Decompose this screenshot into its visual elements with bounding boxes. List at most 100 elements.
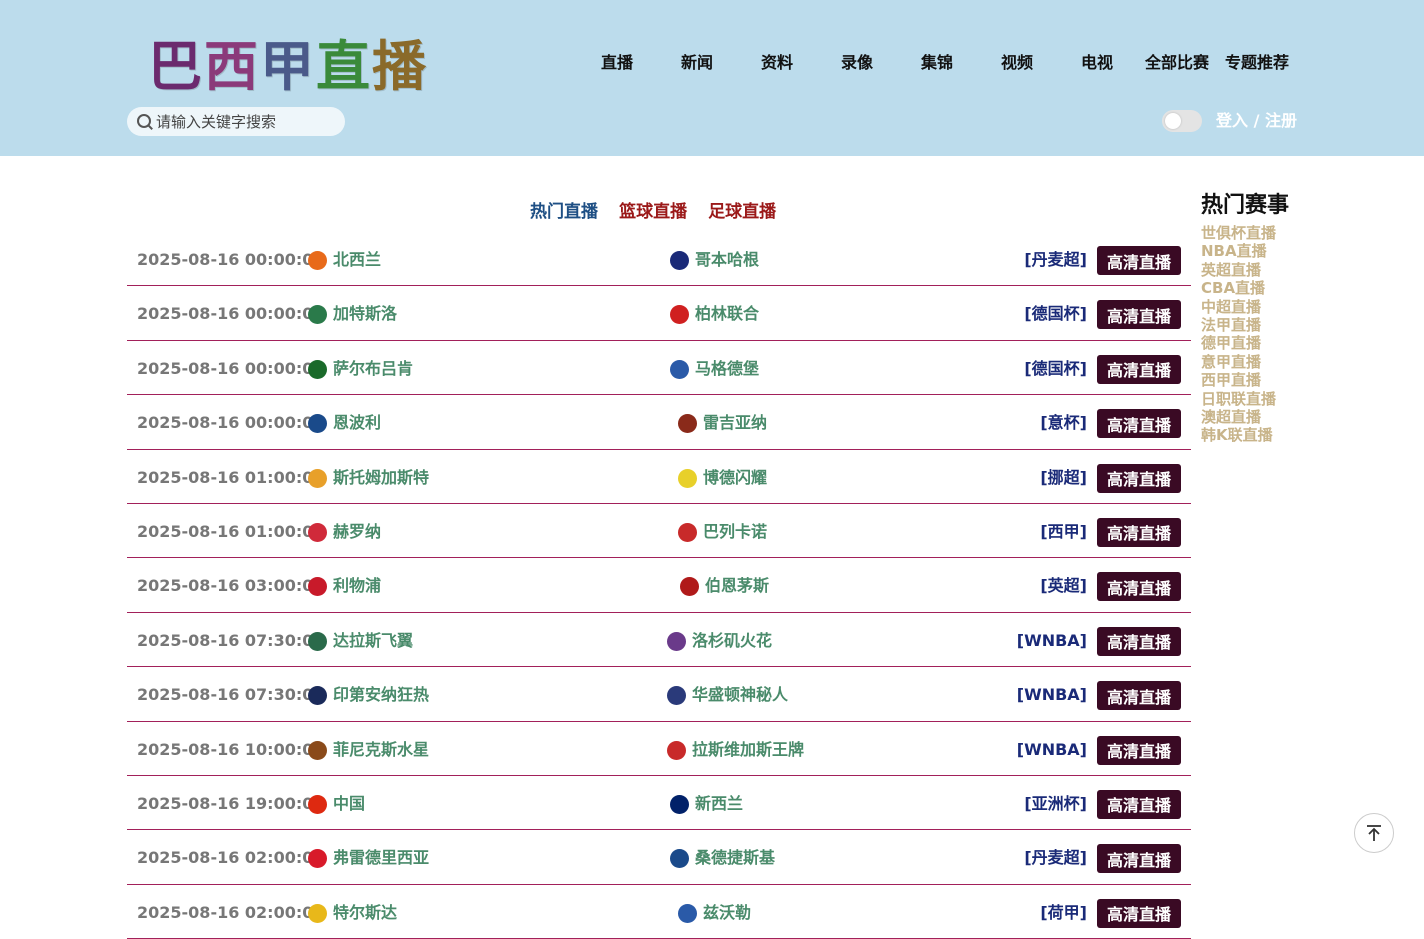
search-box[interactable]	[127, 107, 345, 136]
away-team-name[interactable]: 巴列卡诺	[703, 521, 767, 543]
league-label: [意杯]	[1040, 413, 1087, 433]
match-time: 2025-08-16 00:00:00	[137, 413, 325, 433]
nav-item[interactable]: 全部比赛	[1145, 50, 1209, 76]
sidebar-link[interactable]: 中超直播	[1201, 298, 1321, 316]
match-time: 2025-08-16 00:00:00	[137, 358, 325, 378]
hd-live-button[interactable]: 高清直播	[1097, 409, 1181, 439]
sidebar-link[interactable]: 意甲直播	[1201, 353, 1321, 371]
tab-football-live[interactable]: 足球直播	[708, 202, 776, 222]
nav-item[interactable]: 资料	[761, 50, 793, 76]
away-team-logo-icon	[680, 577, 699, 597]
sidebar-link[interactable]: NBA直播	[1201, 242, 1321, 260]
sidebar-link[interactable]: 韩K联直播	[1201, 426, 1321, 444]
hd-live-button[interactable]: 高清直播	[1097, 898, 1181, 928]
away-team-name[interactable]: 博德闪耀	[703, 467, 767, 489]
sidebar-link[interactable]: CBA直播	[1201, 279, 1321, 297]
tab-hot-live[interactable]: 热门直播	[530, 202, 598, 222]
nav-item[interactable]: 录像	[841, 50, 873, 76]
match-row: 2025-08-16 19:00:00 中国 新西兰 [亚洲杯] 高清直播	[127, 776, 1191, 831]
away-team-logo-icon	[670, 251, 689, 270]
away-team-logo-icon	[667, 740, 686, 760]
sidebar-link[interactable]: 法甲直播	[1201, 316, 1321, 334]
home-team-name[interactable]: 菲尼克斯水星	[333, 739, 429, 761]
away-team-logo-icon	[667, 631, 686, 651]
home-team-name[interactable]: 加特斯洛	[333, 303, 397, 325]
live-tabs: 热门直播 篮球直播 足球直播	[530, 200, 792, 224]
away-team-name[interactable]: 柏林联合	[695, 303, 759, 325]
match-list: 2025-08-16 00:00:00 北西兰 哥本哈根 [丹麦超] 高清直播 2025-…	[127, 232, 1191, 939]
hd-live-button[interactable]: 高清直播	[1097, 681, 1181, 711]
back-to-top-button[interactable]	[1354, 813, 1394, 853]
search-icon[interactable]	[137, 113, 153, 130]
home-team-name[interactable]: 北西兰	[333, 249, 381, 271]
match-row: 2025-08-16 00:00:00 萨尔布吕肯 马格德堡 [德国杯] 高清直播	[127, 341, 1191, 396]
home-team-name[interactable]: 利物浦	[333, 575, 381, 597]
home-team-name[interactable]: 斯托姆加斯特	[333, 467, 429, 489]
home-team-logo-icon	[308, 522, 327, 542]
match-time: 2025-08-16 00:00:00	[137, 304, 325, 324]
hd-live-button[interactable]: 高清直播	[1097, 844, 1181, 874]
away-team-name[interactable]: 兹沃勒	[703, 902, 751, 924]
nav-item[interactable]: 电视	[1081, 50, 1113, 76]
hd-live-button[interactable]: 高清直播	[1097, 626, 1181, 656]
home-team-name[interactable]: 印第安纳狂热	[333, 684, 429, 706]
match-time: 2025-08-16 01:00:00	[137, 467, 325, 487]
home-team-name[interactable]: 弗雷德里西亚	[333, 847, 429, 869]
away-team-name[interactable]: 桑德捷斯基	[695, 847, 775, 869]
hd-live-button[interactable]: 高清直播	[1097, 517, 1181, 547]
home-team-name[interactable]: 萨尔布吕肯	[333, 358, 413, 380]
away-team-name[interactable]: 新西兰	[695, 793, 743, 815]
sidebar-link[interactable]: 西甲直播	[1201, 371, 1321, 389]
hd-live-button[interactable]: 高清直播	[1097, 354, 1181, 384]
away-team-logo-icon	[678, 414, 697, 434]
hd-live-button[interactable]: 高清直播	[1097, 463, 1181, 493]
league-label: [丹麦超]	[1024, 848, 1087, 868]
away-team-name[interactable]: 马格德堡	[695, 358, 759, 380]
match-row: 2025-08-16 00:00:00 恩波利 雷吉亚纳 [意杯] 高清直播	[127, 395, 1191, 450]
match-time: 2025-08-16 07:30:00	[137, 630, 325, 650]
sidebar-link[interactable]: 澳超直播	[1201, 408, 1321, 426]
hd-live-button[interactable]: 高清直播	[1097, 246, 1181, 275]
away-team-name[interactable]: 拉斯维加斯王牌	[692, 739, 804, 761]
site-logo[interactable]: 巴西甲直播	[148, 34, 428, 100]
hd-live-button[interactable]: 高清直播	[1097, 735, 1181, 765]
theme-toggle[interactable]	[1162, 110, 1202, 132]
away-team-name[interactable]: 伯恩茅斯	[705, 575, 769, 597]
home-team-logo-icon	[308, 794, 327, 814]
home-team-name[interactable]: 达拉斯飞翼	[333, 630, 413, 652]
hd-live-button[interactable]: 高清直播	[1097, 789, 1181, 819]
away-team-name[interactable]: 洛杉矶火花	[692, 630, 772, 652]
tab-basketball-live[interactable]: 篮球直播	[619, 202, 687, 222]
sidebar-title: 热门赛事	[1201, 193, 1290, 218]
match-time: 2025-08-16 00:00:00	[137, 250, 325, 269]
nav-item[interactable]: 新闻	[681, 50, 713, 76]
nav-item[interactable]: 专题推荐	[1225, 50, 1289, 76]
nav-item[interactable]: 集锦	[921, 50, 953, 76]
sidebar-link[interactable]: 日职联直播	[1201, 390, 1321, 408]
league-label: [WNBA]	[1016, 739, 1087, 759]
away-team-logo-icon	[670, 794, 689, 814]
login-register-link[interactable]: 登入 / 注册	[1216, 110, 1297, 132]
match-time: 2025-08-16 07:30:00	[137, 685, 325, 705]
home-team-name[interactable]: 中国	[333, 793, 365, 815]
league-label: [亚洲杯]	[1024, 793, 1087, 813]
match-row: 2025-08-16 02:00:00 特尔斯达 兹沃勒 [荷甲] 高清直播	[127, 885, 1191, 939]
away-team-name[interactable]: 哥本哈根	[695, 249, 759, 271]
hd-live-button[interactable]: 高清直播	[1097, 300, 1181, 330]
sidebar-link[interactable]: 英超直播	[1201, 261, 1321, 279]
nav-item[interactable]: 直播	[601, 50, 633, 76]
away-team-name[interactable]: 雷吉亚纳	[703, 412, 767, 434]
logo-char: 直	[316, 35, 372, 98]
league-label: [西甲]	[1040, 521, 1087, 541]
match-time: 2025-08-16 02:00:00	[137, 902, 325, 922]
nav-item[interactable]: 视频	[1001, 50, 1033, 76]
search-input[interactable]	[156, 112, 336, 131]
hd-live-button[interactable]: 高清直播	[1097, 572, 1181, 602]
home-team-name[interactable]: 恩波利	[333, 412, 381, 434]
home-team-logo-icon	[308, 740, 327, 760]
home-team-name[interactable]: 赫罗纳	[333, 521, 381, 543]
away-team-name[interactable]: 华盛顿神秘人	[692, 684, 788, 706]
sidebar-link[interactable]: 世俱杯直播	[1201, 224, 1321, 242]
home-team-name[interactable]: 特尔斯达	[333, 902, 397, 924]
sidebar-link[interactable]: 德甲直播	[1201, 334, 1321, 352]
